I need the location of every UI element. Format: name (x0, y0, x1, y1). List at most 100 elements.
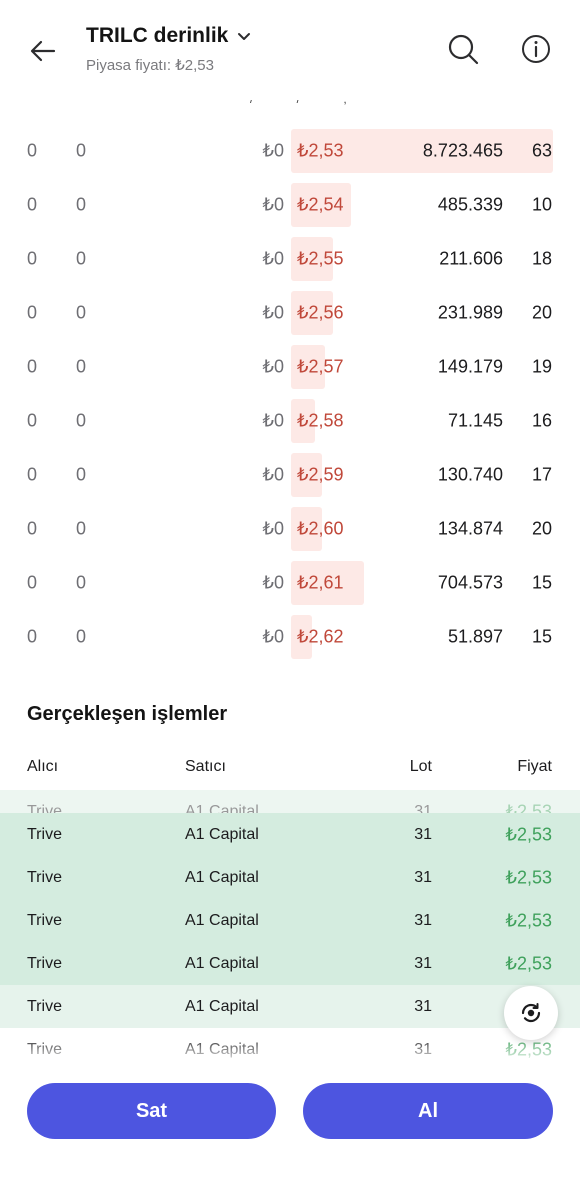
bid-volume: 0 (76, 302, 87, 323)
depth-row[interactable]: 0 0 ₺0 ₺2,55 211.606 18 (0, 232, 580, 286)
trade-row[interactable]: TriveA1 Capital31₺2,53 (0, 985, 580, 1028)
ask-price: ₺2,62 (297, 626, 344, 647)
ask-orders: 15 (531, 572, 552, 593)
ask-volume: 134.874 (437, 518, 503, 539)
trade-row[interactable]: TriveA1 Capital31₺2,53 (0, 899, 580, 942)
trade-row[interactable]: Trive A1 Capital 31 ₺2,53 (0, 813, 580, 856)
ask-orders: 19 (531, 356, 552, 377)
ask-volume: 704.573 (437, 572, 503, 593)
ask-price: ₺2,53 (297, 140, 344, 161)
ask-volume: 8.723.465 (422, 140, 503, 161)
trade-lot: 31 (414, 997, 432, 1015)
ask-orders: 17 (531, 464, 552, 485)
bid-price: ₺0 (262, 572, 284, 593)
ask-price: ₺2,55 (297, 248, 344, 269)
bid-price: ₺0 (262, 356, 284, 377)
trades-title: Gerçekleşen işlemler (27, 703, 228, 725)
bid-orders: 0 (27, 410, 38, 431)
trade-row[interactable]: TriveA1 Capital31₺2,53 (0, 942, 580, 985)
bid-orders: 0 (27, 194, 38, 215)
trade-price: ₺2,53 (505, 953, 553, 973)
trade-seller: A1 Capital (185, 954, 259, 972)
ask-price: ₺2,61 (297, 572, 344, 593)
ask-price: ₺2,57 (297, 356, 344, 377)
ask-price: ₺2,56 (297, 302, 344, 323)
header-price: Fiyat (517, 758, 552, 775)
back-arrow-icon[interactable] (26, 34, 60, 68)
bid-orders: 0 (27, 572, 38, 593)
header-seller: Satıcı (185, 758, 226, 775)
bid-orders: 0 (27, 626, 38, 647)
header-buyer: Alıcı (27, 758, 59, 775)
ask-orders: 15 (531, 626, 552, 647)
depth-row[interactable]: 0 0 ₺0 ₺2,57 149.179 19 (0, 340, 580, 394)
buy-button[interactable]: Al (303, 1083, 553, 1139)
depth-row[interactable]: 0 0 ₺0 ₺2,60 134.874 20 (0, 502, 580, 556)
ask-volume: 485.339 (437, 194, 503, 215)
page-title[interactable]: TRILC derinlik (86, 24, 252, 48)
trade-price: ₺2,53 (505, 910, 553, 930)
trade-lot: 31 (414, 825, 432, 843)
bid-orders: 0 (27, 518, 38, 539)
trade-seller: A1 Capital (185, 868, 259, 886)
bid-orders: 0 (27, 356, 38, 377)
search-icon[interactable] (446, 32, 480, 66)
trades-list[interactable]: Trive A1 Capital 31 ₺2,53 Trive A1 Capital 31 ₺… (0, 790, 580, 1060)
trade-buyer: Trive (27, 954, 62, 972)
ask-volume: 211.606 (439, 248, 503, 269)
bid-volume: 0 (76, 572, 87, 593)
header: TRILC derinlik Piyasa fiyatı: ₺2,53 (0, 0, 580, 100)
depth-row[interactable]: 0 0 ₺0 ₺2,61 704.573 15 (0, 556, 580, 610)
ask-price: ₺2,54 (297, 194, 344, 215)
page-title-text: TRILC derinlik (86, 24, 229, 47)
title-block[interactable]: TRILC derinlik Piyasa fiyatı: ₺2,53 (86, 24, 252, 74)
depth-row[interactable]: 0 0 ₺0 ₺2,53 8.723.465 63 (0, 124, 580, 178)
bottom-action-bar: Sat Al (0, 1062, 580, 1199)
trade-lot: 31 (414, 868, 432, 886)
bid-orders: 0 (27, 140, 38, 161)
ask-orders: 20 (531, 518, 552, 539)
bid-price: ₺0 (262, 140, 284, 161)
trade-seller: A1 Capital (185, 825, 259, 843)
bid-volume: 0 (76, 356, 87, 377)
trade-row[interactable]: Trive A1 Capital 31 ₺2,53 (0, 856, 580, 899)
bid-orders: 0 (27, 302, 38, 323)
ask-price: ₺2,60 (297, 518, 344, 539)
sell-button[interactable]: Sat (27, 1083, 276, 1139)
trade-buyer: Trive (27, 825, 62, 843)
trades-header: Alıcı Satıcı Lot Fiyat (0, 756, 580, 778)
trade-price: ₺2,53 (505, 867, 553, 887)
bid-price: ₺0 (262, 626, 284, 647)
bid-volume: 0 (76, 626, 87, 647)
depth-row[interactable]: 0 0 ₺0 ₺2,59 130.740 17 (0, 448, 580, 502)
bid-price: ₺0 (262, 410, 284, 431)
ask-orders: 63 (531, 140, 552, 161)
ask-volume: 231.989 (437, 302, 503, 323)
ask-price: ₺2,58 (297, 410, 344, 431)
bid-volume: 0 (76, 464, 87, 485)
bid-volume: 0 (76, 410, 87, 431)
ask-volume: 51.897 (447, 626, 503, 647)
header-lot: Lot (409, 758, 432, 775)
depth-row[interactable]: 0 0 ₺0 ₺2,56 231.989 20 (0, 286, 580, 340)
ask-orders: 20 (531, 302, 552, 323)
bid-price: ₺0 (262, 194, 284, 215)
trade-buyer: Trive (27, 911, 62, 929)
trade-buyer: Trive (27, 868, 62, 886)
depth-row[interactable]: 0 0 ₺0 ₺2,58 71.145 16 (0, 394, 580, 448)
trade-seller: A1 Capital (185, 911, 259, 929)
depth-row[interactable]: 0 0 ₺0 ₺2,54 485.339 10 (0, 178, 580, 232)
bid-volume: 0 (76, 194, 87, 215)
bid-price: ₺0 (262, 302, 284, 323)
info-icon[interactable] (519, 32, 553, 66)
depth-row[interactable]: 0 0 ₺0 ₺2,62 51.897 15 (0, 610, 580, 664)
trade-price: ₺2,53 (505, 824, 553, 844)
bid-volume: 0 (76, 518, 87, 539)
list-fade (0, 1035, 580, 1065)
chevron-down-icon[interactable] (236, 28, 252, 44)
bid-volume: 0 (76, 140, 87, 161)
refresh-button[interactable] (504, 986, 558, 1040)
bid-volume: 0 (76, 248, 87, 269)
market-price: Piyasa fiyatı: ₺2,53 (86, 57, 214, 74)
bid-orders: 0 (27, 248, 38, 269)
